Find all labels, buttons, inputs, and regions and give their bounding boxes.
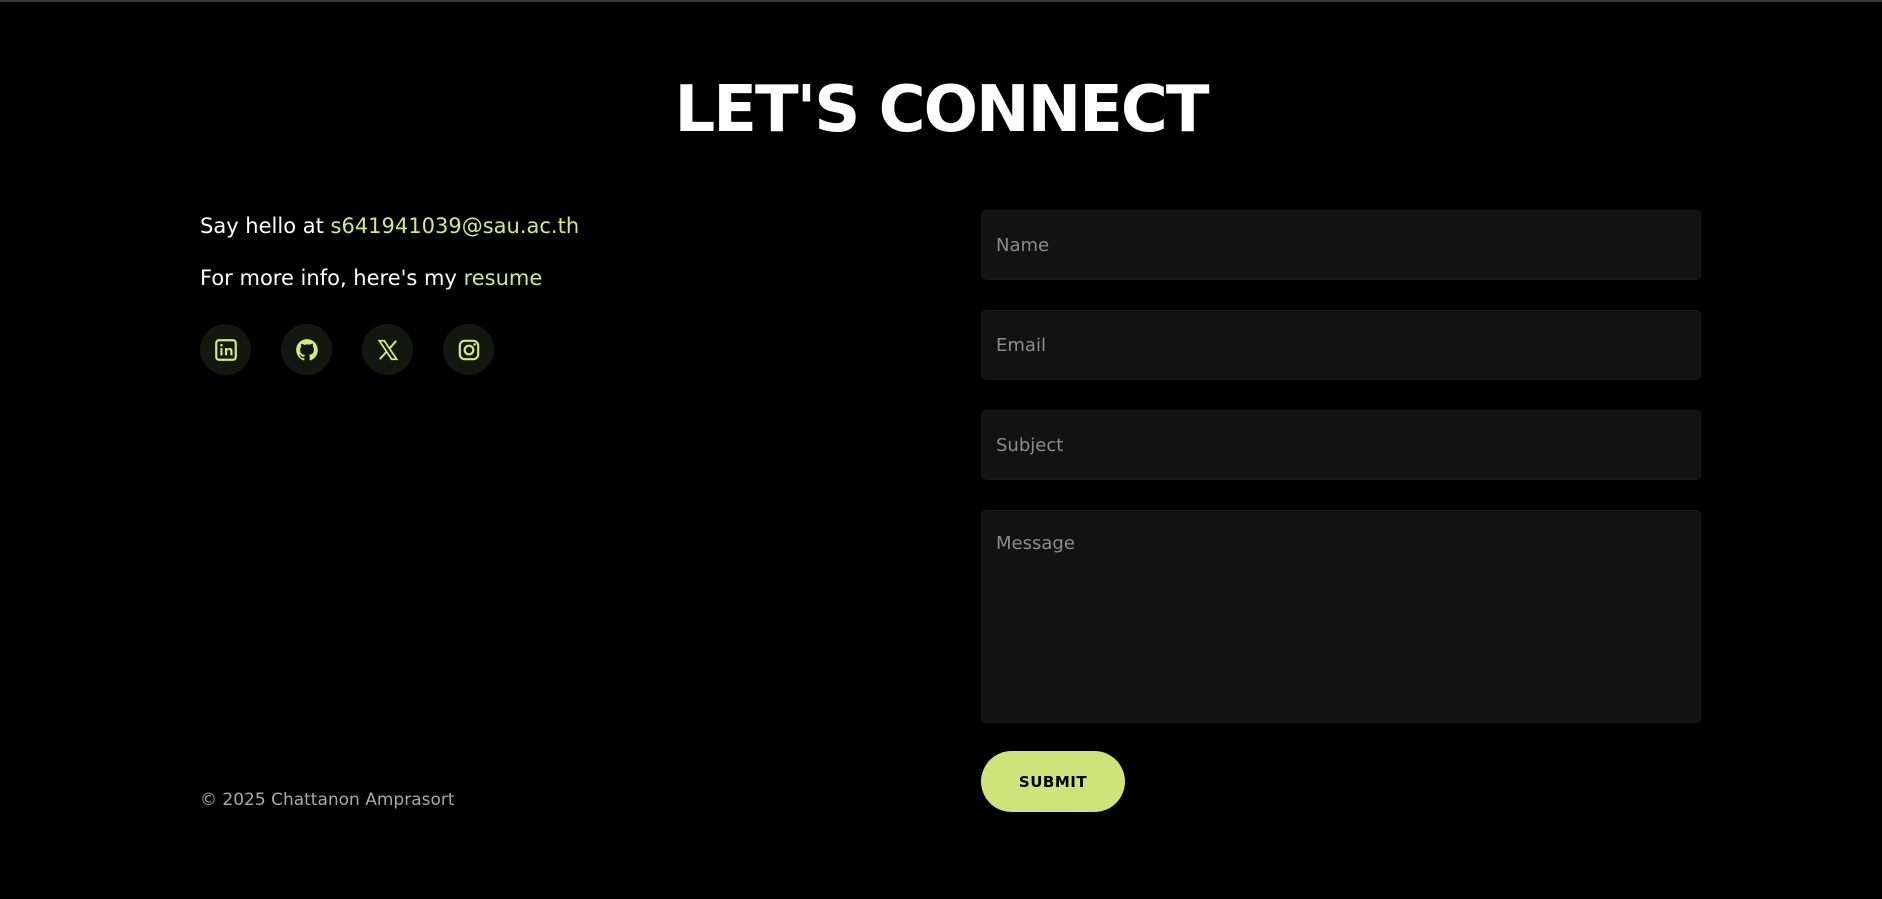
contact-page: LET'S CONNECT Say hello at s641941039@sa…	[0, 0, 1882, 899]
contact-form: SUBMIT	[981, 210, 1701, 812]
name-field[interactable]	[981, 210, 1701, 280]
social-links	[200, 324, 920, 375]
submit-button[interactable]: SUBMIT	[981, 751, 1125, 812]
message-field[interactable]	[981, 510, 1701, 723]
email-link[interactable]: s641941039@sau.ac.th	[331, 214, 580, 238]
resume-link[interactable]: resume	[464, 266, 543, 290]
say-hello-line: Say hello at s641941039@sau.ac.th	[200, 210, 920, 242]
page-title: LET'S CONNECT	[674, 73, 1210, 147]
say-hello-prefix: Say hello at	[200, 214, 331, 238]
instagram-icon	[458, 339, 479, 360]
github-button[interactable]	[281, 324, 332, 375]
copyright-text: © 2025 Chattanon Amprasort	[200, 790, 455, 810]
email-field[interactable]	[981, 310, 1701, 380]
more-info-line: For more info, here's my resume	[200, 262, 920, 294]
x-icon	[377, 339, 398, 360]
more-info-prefix: For more info, here's my	[200, 266, 464, 290]
subject-field[interactable]	[981, 410, 1701, 480]
x-button[interactable]	[362, 324, 413, 375]
linkedin-button[interactable]	[200, 324, 251, 375]
top-divider	[0, 0, 1882, 2]
linkedin-icon	[214, 338, 237, 361]
contact-info: Say hello at s641941039@sau.ac.th For mo…	[200, 210, 920, 375]
instagram-button[interactable]	[443, 324, 494, 375]
github-icon	[295, 338, 318, 360]
